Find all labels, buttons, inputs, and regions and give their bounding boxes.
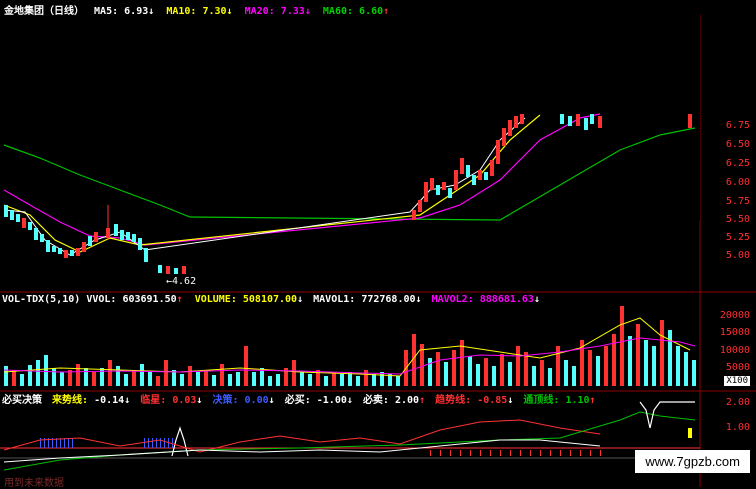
volume-unit: X100: [724, 376, 750, 386]
volume-header: VOL-TDX(5,10) VVOL: 603691.50↑ VOLUME: 5…: [2, 294, 540, 305]
vvol-value: 603691.50: [122, 294, 177, 305]
item4-arrow: ↓: [346, 395, 353, 406]
price-tick: 5.50: [725, 214, 750, 225]
item1-value: -0.14: [94, 395, 125, 406]
mavol1-value: 772768.00: [361, 294, 416, 305]
item5-label: 必卖:: [362, 395, 389, 406]
indicator-dip: [639, 401, 695, 429]
price-tick: 5.25: [725, 232, 750, 243]
item2-value: 0.03: [172, 395, 197, 406]
volume-tick: 5000: [725, 362, 750, 373]
item3-label: 决策:: [212, 395, 239, 406]
price-tick: 6.00: [725, 177, 750, 188]
watermark: www.7gpzb.com: [635, 450, 750, 473]
item7-label: 通顶线:: [523, 395, 560, 406]
volume-value: 508107.00: [242, 294, 298, 305]
item1-arrow: ↓: [124, 395, 131, 406]
volume-label: VOLUME:: [194, 294, 237, 305]
mavol1-arrow: ↓: [415, 294, 422, 305]
volume-tick: 10000: [719, 345, 750, 356]
volume-tick: 20000: [719, 310, 750, 321]
item5-value: 2.00: [395, 395, 420, 406]
mavol1-label: MAVOL1:: [313, 294, 356, 305]
indicator-tick: 1.00: [725, 422, 750, 433]
item2-arrow: ↓: [196, 395, 203, 406]
volume-arrow: ↓: [297, 294, 304, 305]
price-tick: 6.25: [725, 158, 750, 169]
item6-value: -0.85: [477, 395, 508, 406]
volume-indicator-name: VOL-TDX(5,10): [2, 294, 81, 305]
vvol-arrow: ↑: [176, 294, 183, 305]
item7-value: 1.10: [565, 395, 590, 406]
top-line: [3, 411, 696, 471]
item6-label: 趋势线:: [435, 395, 472, 406]
item3-value: 0.00: [244, 395, 269, 406]
item6-arrow: ↓: [507, 395, 514, 406]
item1-label: 来势线:: [52, 395, 89, 406]
item3-arrow: ↓: [268, 395, 275, 406]
price-tick: 6.75: [725, 120, 750, 131]
indicator-small-bars: [430, 450, 601, 456]
mavol2-arrow: ↓: [533, 294, 540, 305]
indicator-name: 必买决策: [2, 395, 42, 406]
item4-value: -1.00: [316, 395, 347, 406]
item5-arrow: ↑: [419, 395, 426, 406]
volume-tick: 15000: [719, 327, 750, 338]
price-tick: 6.50: [725, 139, 750, 150]
mavol2-value: 888681.63: [479, 294, 534, 305]
mavol2-label: MAVOL2:: [431, 294, 474, 305]
item4-label: 必买:: [284, 395, 311, 406]
low-price-marker: ←4.62: [166, 276, 197, 287]
item2-label: 临星:: [140, 395, 167, 406]
item7-arrow: ↑: [589, 395, 596, 406]
indicator-header: 必买决策 来势线: -0.14↓ 临星: 0.03↓ 决策: 0.00↓ 必买:…: [2, 391, 596, 406]
trend-line: [3, 419, 601, 453]
indicator-tick: 2.00: [725, 397, 750, 408]
vvol-label: VVOL:: [86, 294, 117, 305]
price-tick: 5.00: [725, 250, 750, 261]
mavol1-line: [3, 317, 691, 377]
price-tick: 5.75: [725, 196, 750, 207]
candles-left: [4, 205, 186, 274]
chart-canvas[interactable]: [0, 0, 756, 487]
